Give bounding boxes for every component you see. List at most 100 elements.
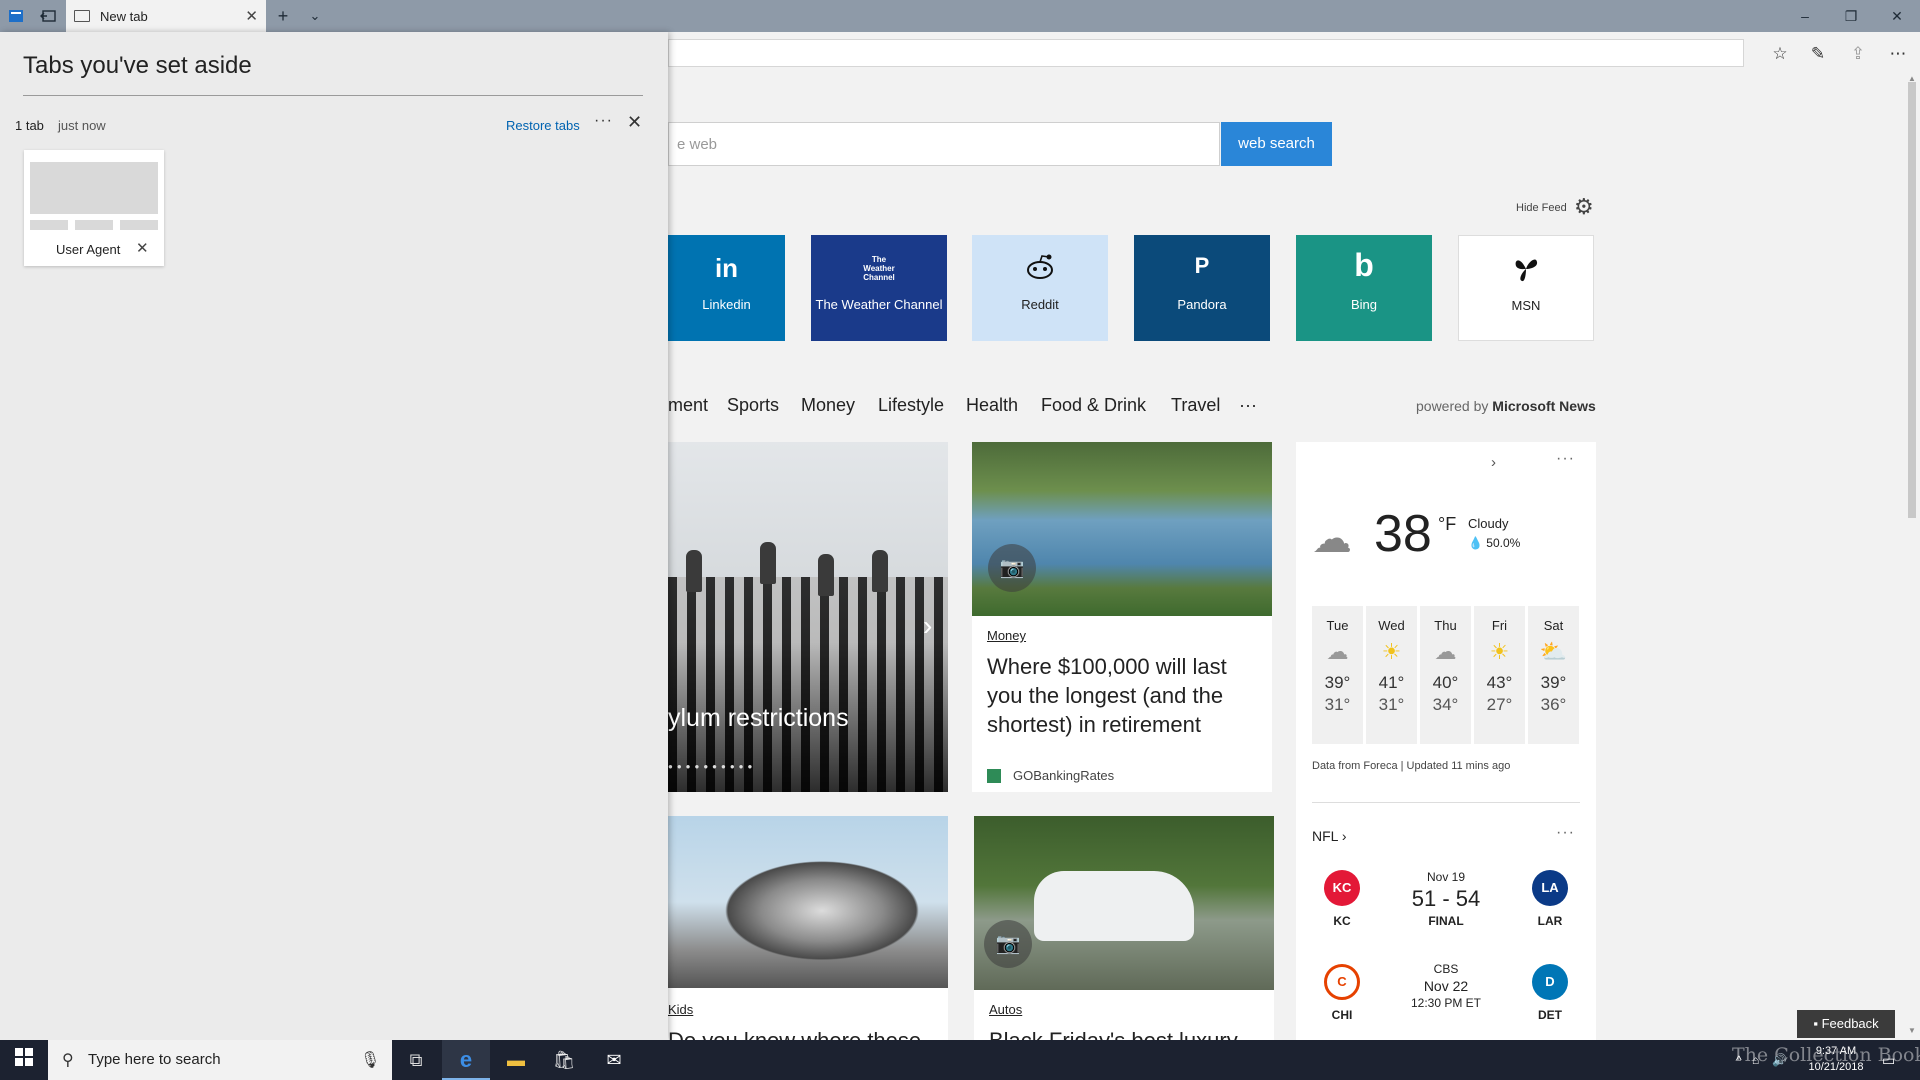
forecast-high: 41° <box>1378 673 1405 692</box>
web-search-button[interactable]: web search <box>1221 122 1332 166</box>
scroll-down-icon[interactable]: ▼ <box>1907 1026 1917 1035</box>
new-tab-button[interactable]: + <box>268 4 298 28</box>
carousel-dots[interactable]: ●●●●●●●●●● <box>668 762 756 771</box>
team-lar[interactable]: LA LAR <box>1526 870 1574 928</box>
settings-more-icon[interactable]: ⋯ <box>1886 42 1910 66</box>
category-more-icon[interactable]: ··· <box>1239 395 1257 416</box>
minimize-button[interactable]: – <box>1782 0 1828 32</box>
windows-start-icon[interactable] <box>0 1040 48 1080</box>
tab-preview-chevron-icon[interactable]: ⌄ <box>300 4 330 28</box>
team-chi[interactable]: C CHI <box>1318 964 1366 1022</box>
forecast-day[interactable]: Tue ☁ 39° 31° <box>1312 606 1363 744</box>
address-bar[interactable] <box>668 39 1744 67</box>
search-input[interactable]: e web <box>668 122 1220 166</box>
tabs-aside-icon[interactable] <box>4 4 28 28</box>
tile-bing[interactable]: b Bing <box>1296 235 1432 341</box>
article-category[interactable]: Money <box>987 628 1026 643</box>
article-category[interactable]: Kids <box>668 1002 693 1017</box>
file-explorer-icon[interactable]: ▬ <box>492 1040 540 1080</box>
game-upcoming[interactable]: CBS Nov 22 12:30 PM ET <box>1396 962 1496 1010</box>
tile-weather-channel[interactable]: The Weather Channel The Weather Channel <box>811 235 947 341</box>
cloudy-icon: ☁ <box>1312 517 1352 561</box>
forecast-day[interactable]: Sat ⛅ 39° 36° <box>1528 606 1579 744</box>
close-window-button[interactable]: ✕ <box>1874 0 1920 32</box>
category-entertainment[interactable]: ment <box>668 395 708 416</box>
weather-next-icon[interactable]: › <box>1491 454 1496 471</box>
volume-icon[interactable]: 🔊 <box>1772 1040 1787 1080</box>
more-options-icon[interactable]: ··· <box>594 112 613 130</box>
tile-label: Linkedin <box>702 297 751 312</box>
temperature-unit[interactable]: °F <box>1438 514 1456 535</box>
remove-tab-icon[interactable]: ✕ <box>136 239 149 257</box>
team-abbr: CHI <box>1331 1008 1353 1022</box>
mail-icon[interactable]: ✉ <box>590 1040 638 1080</box>
article-category[interactable]: Autos <box>989 1002 1022 1017</box>
hero-article-card[interactable]: › ylum restrictions ●●●●●●●●●● <box>668 442 948 792</box>
article-title[interactable]: Black Friday's best luxury <box>989 1026 1259 1040</box>
article-card-kids[interactable]: Kids Do you know where these <box>668 816 948 1040</box>
game-date: Nov 19 <box>1426 870 1466 884</box>
gear-icon[interactable]: ⚙ <box>1574 194 1594 220</box>
close-tab-icon[interactable]: ✕ <box>245 7 258 25</box>
network-icon[interactable]: ⌂ <box>1752 1040 1759 1080</box>
article-card-autos[interactable]: 📷 Autos Black Friday's best luxury <box>974 816 1274 1040</box>
category-food-drink[interactable]: Food & Drink <box>1041 395 1146 416</box>
game-status: FINAL <box>1428 914 1464 928</box>
tile-msn[interactable]: MSN <box>1458 235 1594 341</box>
task-view-icon[interactable]: ⧉ <box>392 1040 440 1080</box>
current-temperature: 38 <box>1374 505 1432 563</box>
person-silhouette <box>872 550 888 592</box>
favorites-icon[interactable]: ☆ <box>1768 42 1792 66</box>
forecast-low: 36° <box>1540 695 1567 714</box>
divider <box>23 95 643 96</box>
tile-pandora[interactable]: P Pandora <box>1134 235 1270 341</box>
scroll-thumb[interactable] <box>1908 82 1916 518</box>
person-silhouette <box>818 554 834 596</box>
maximize-button[interactable]: ❐ <box>1828 0 1874 32</box>
powered-by: powered by Microsoft News <box>1416 398 1596 414</box>
tray-chevron-icon[interactable]: ^ <box>1736 1040 1742 1080</box>
category-money[interactable]: Money <box>801 395 855 416</box>
carousel-next-icon[interactable]: › <box>923 610 932 642</box>
category-sports[interactable]: Sports <box>727 395 779 416</box>
powered-brand[interactable]: Microsoft News <box>1492 398 1595 414</box>
edge-icon[interactable]: e <box>442 1040 490 1080</box>
tile-reddit[interactable]: Reddit <box>972 235 1108 341</box>
forecast-high: 40° <box>1432 673 1459 692</box>
vertical-scrollbar[interactable]: ▲ ▼ <box>1904 72 1920 1040</box>
tab-new-tab[interactable]: New tab ✕ <box>66 0 266 32</box>
taskbar-clock[interactable]: 9:37 AM 10/21/2018 <box>1798 1043 1874 1075</box>
forecast-day[interactable]: Fri ☀ 43° 27° <box>1474 606 1525 744</box>
taskbar-search-box[interactable]: ⚲ Type here to search 🎙 <box>48 1040 392 1080</box>
article-card-money[interactable]: 📷 Money Where $100,000 will last you the… <box>972 442 1272 792</box>
weather-more-icon[interactable]: ··· <box>1556 450 1575 468</box>
team-kc[interactable]: KC KC <box>1318 870 1366 928</box>
close-icon[interactable]: ✕ <box>627 112 642 133</box>
article-title[interactable]: Do you know where these <box>668 1026 938 1040</box>
nfl-header[interactable]: NFL › <box>1312 828 1347 844</box>
team-det[interactable]: D DET <box>1526 964 1574 1022</box>
article-title[interactable]: Where $100,000 will last you the longest… <box>987 652 1257 739</box>
tile-linkedin[interactable]: in Linkedin <box>668 235 785 341</box>
add-notes-icon[interactable]: ✎ <box>1806 42 1830 66</box>
game-result[interactable]: Nov 19 51 - 54 FINAL <box>1396 870 1496 928</box>
share-icon[interactable]: ⇪ <box>1846 42 1870 66</box>
category-health[interactable]: Health <box>966 395 1018 416</box>
category-travel[interactable]: Travel <box>1171 395 1220 416</box>
notifications-icon[interactable]: ▭ <box>1882 1040 1895 1080</box>
restore-tabs-link[interactable]: Restore tabs <box>506 118 580 133</box>
microphone-icon[interactable]: 🎙 <box>360 1050 380 1070</box>
lions-logo-icon: D <box>1532 964 1568 1000</box>
store-icon[interactable]: 🛍 <box>540 1040 588 1080</box>
set-tabs-aside-icon[interactable] <box>36 4 60 28</box>
aside-tab-thumbnail[interactable]: User Agent ✕ <box>24 150 164 266</box>
tile-label: The Weather Channel <box>815 297 943 312</box>
forecast-low: 31° <box>1324 695 1351 714</box>
forecast-day[interactable]: Thu ☁ 40° 34° <box>1420 606 1471 744</box>
game-date: Nov 22 <box>1423 978 1469 994</box>
hide-feed-link[interactable]: Hide Feed <box>1516 202 1567 214</box>
category-lifestyle[interactable]: Lifestyle <box>878 395 944 416</box>
nfl-more-icon[interactable]: ··· <box>1556 824 1575 842</box>
feedback-button[interactable]: ▪ Feedback <box>1797 1010 1895 1038</box>
forecast-day[interactable]: Wed ☀ 41° 31° <box>1366 606 1417 744</box>
